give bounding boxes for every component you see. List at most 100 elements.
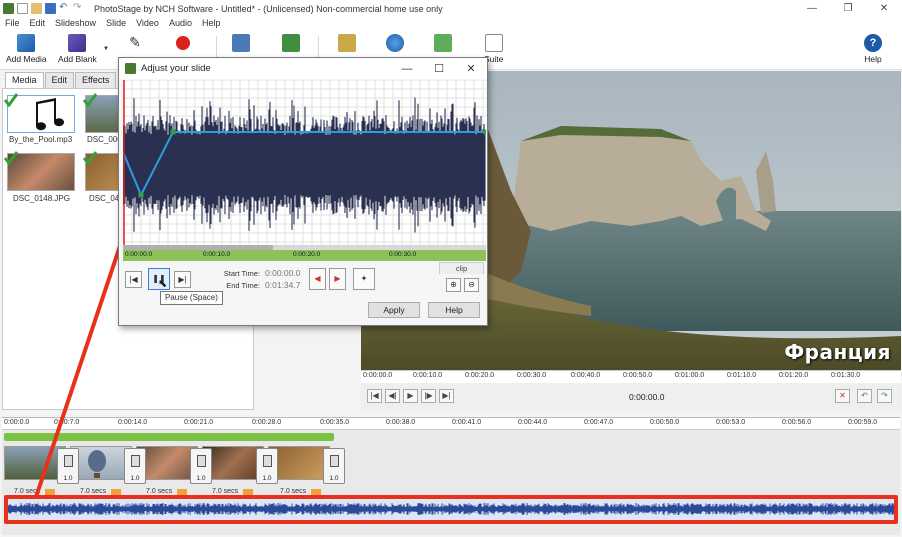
clip-duration[interactable]: 7.0 secs xyxy=(212,488,238,495)
menu-edit[interactable]: Edit xyxy=(25,17,51,30)
tools-button[interactable] xyxy=(338,34,356,54)
start-time-value[interactable]: 0:00:00.0 xyxy=(265,268,300,278)
apply-button[interactable]: Apply xyxy=(368,302,420,318)
transition-duration: 1.0 xyxy=(196,475,206,482)
minimize-icon[interactable]: — xyxy=(391,58,423,79)
set-end-button[interactable]: ▶ xyxy=(329,268,346,290)
go-to-end-button[interactable]: ▶| xyxy=(174,271,191,288)
add-blank-button[interactable]: Add Blank xyxy=(58,34,97,64)
add-blank-dropdown-icon[interactable]: ▼ xyxy=(103,46,109,52)
transition-slot[interactable]: 1.0 xyxy=(323,448,345,484)
mouse-cursor-icon: ⬉ xyxy=(158,278,168,290)
clip-duration[interactable]: 7.0 secs xyxy=(14,488,40,495)
go-to-start-button[interactable]: |◀ xyxy=(367,389,382,403)
close-icon[interactable]: ✕ xyxy=(866,0,902,17)
clip-tab[interactable]: clip xyxy=(439,262,484,274)
ruler-label: 0:01:30.0 xyxy=(831,372,861,379)
clip-duration[interactable]: 7.0 secs xyxy=(80,488,106,495)
clip-duration[interactable]: 7.0 secs xyxy=(280,488,306,495)
help-button[interactable]: Help xyxy=(428,302,480,318)
rotate-left-icon[interactable]: ↶ xyxy=(857,389,872,403)
delete-icon[interactable]: ✕ xyxy=(835,389,850,403)
music-note-icon xyxy=(35,98,64,131)
ruler-label: 0:00:20.0 xyxy=(465,372,495,379)
maximize-icon[interactable]: ☐ xyxy=(423,58,455,79)
menu-help[interactable]: Help xyxy=(197,17,226,30)
menu-file[interactable]: File xyxy=(0,17,25,30)
restore-icon[interactable]: ❐ xyxy=(830,0,866,17)
ruler-label: 0:00:53.0 xyxy=(716,419,746,426)
menu-slide[interactable]: Slide xyxy=(101,17,131,30)
record-button[interactable] xyxy=(176,34,190,52)
transition-slot[interactable]: 1.0 xyxy=(124,448,146,484)
timeline-ruler[interactable]: 0:00:0.0 0:00:7.0 0:00:14.0 0:00:21.0 0:… xyxy=(2,417,900,430)
ruler-label: 0:00:10.0 xyxy=(413,372,443,379)
tools-icon xyxy=(338,34,356,52)
ruler-label: 0:00:59.0 xyxy=(848,419,878,426)
pause-tooltip: Pause (Space) xyxy=(160,291,223,305)
waveform-editor[interactable] xyxy=(122,79,489,245)
ruler-label: 0:00:50.0 xyxy=(650,419,680,426)
ruler-label: 0:00:30.0 xyxy=(389,251,417,258)
close-icon[interactable]: ✕ xyxy=(455,58,487,79)
minimize-icon[interactable]: — xyxy=(794,0,830,17)
zoom-out-icon[interactable]: ⊖ xyxy=(464,278,479,292)
checkmark-icon xyxy=(3,93,19,108)
end-time-label: End Time: xyxy=(226,281,260,290)
preview-ruler[interactable]: 0:00:00.0 0:00:10.0 0:00:20.0 0:00:30.0 … xyxy=(361,370,901,383)
preview-time: 0:00:00.0 xyxy=(629,392,665,402)
previous-frame-button[interactable]: ◀| xyxy=(385,389,400,403)
transition-duration: 1.0 xyxy=(262,475,272,482)
rotate-right-icon[interactable]: ↷ xyxy=(877,389,892,403)
add-media-icon xyxy=(17,34,36,52)
checkmark-icon xyxy=(3,151,19,166)
waveform xyxy=(122,79,489,245)
timeline-range-bar[interactable] xyxy=(4,433,334,441)
help-icon: ? xyxy=(864,34,882,52)
new-icon[interactable] xyxy=(17,3,28,14)
redo-icon[interactable]: ↷ xyxy=(73,3,84,14)
checkmark-icon xyxy=(82,151,98,166)
menu-video[interactable]: Video xyxy=(131,17,164,30)
tab-media[interactable]: Media xyxy=(5,72,44,88)
transition-slot[interactable]: 1.0 xyxy=(256,448,278,484)
record-icon xyxy=(176,36,190,50)
end-time-value[interactable]: 0:01:34.7 xyxy=(265,280,300,290)
add-marker-icon[interactable]: ✦ xyxy=(353,268,375,290)
save-icon[interactable] xyxy=(45,3,56,14)
ruler-label: 0:01:00.0 xyxy=(675,372,705,379)
export-video-button[interactable] xyxy=(232,34,250,54)
ruler-label: 0:00:44.0 xyxy=(518,419,548,426)
ruler-label: 0:00:56.0 xyxy=(782,419,812,426)
add-media-button[interactable]: Add Media xyxy=(6,34,47,64)
menu-bar: File Edit Slideshow Slide Video Audio He… xyxy=(0,17,902,30)
ruler-label: 0:00:41.0 xyxy=(452,419,482,426)
menu-audio[interactable]: Audio xyxy=(164,17,197,30)
transition-slot[interactable]: 1.0 xyxy=(190,448,212,484)
menu-slideshow[interactable]: Slideshow xyxy=(50,17,101,30)
share-button[interactable] xyxy=(386,34,404,54)
next-frame-button[interactable]: |▶ xyxy=(421,389,436,403)
help-button[interactable]: ? Help xyxy=(864,34,882,64)
tab-edit[interactable]: Edit xyxy=(44,72,75,88)
zoom-in-icon[interactable]: ⊕ xyxy=(446,278,461,292)
play-button[interactable]: ▶ xyxy=(403,389,418,403)
timeline-clip[interactable] xyxy=(70,446,132,480)
export-video-icon xyxy=(232,34,250,52)
save-video-button[interactable] xyxy=(282,34,300,54)
plugins-button[interactable] xyxy=(434,34,452,54)
transition-icon xyxy=(197,455,206,467)
magic-wand-icon: ✎ xyxy=(129,34,141,50)
transition-slot[interactable]: 1.0 xyxy=(57,448,79,484)
clip-duration[interactable]: 7.0 secs xyxy=(146,488,172,495)
tab-effects[interactable]: Effects xyxy=(75,72,117,88)
magic-wand-button[interactable]: ✎ xyxy=(126,34,144,54)
open-icon[interactable] xyxy=(31,3,42,14)
go-to-start-button[interactable]: |◀ xyxy=(125,271,142,288)
go-to-end-button[interactable]: ▶| xyxy=(439,389,454,403)
start-time-label: Start Time: xyxy=(223,269,260,278)
undo-icon[interactable]: ↶ xyxy=(59,3,70,14)
set-start-button[interactable]: ◀ xyxy=(309,268,326,290)
dialog-time-ruler[interactable]: 0:00:00.0 0:00:10.0 0:00:20.0 0:00:30.0 xyxy=(123,250,486,261)
ruler-label: 0:00:38.0 xyxy=(386,419,416,426)
